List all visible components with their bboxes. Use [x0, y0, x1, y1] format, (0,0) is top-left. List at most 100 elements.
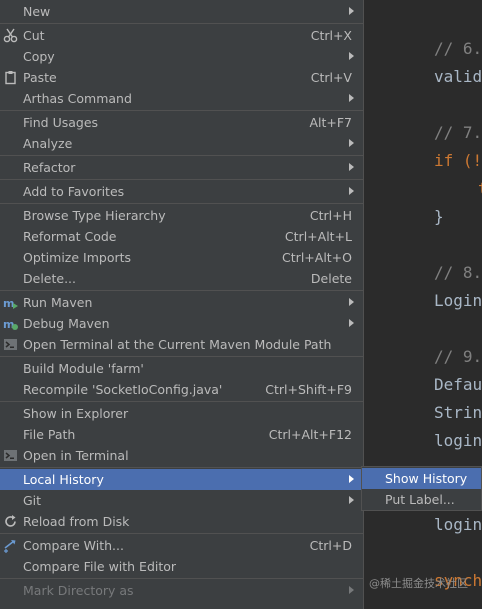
menu-separator — [0, 290, 363, 291]
menu-item-debug-maven[interactable]: m Debug Maven — [0, 313, 363, 334]
menu-item-new[interactable]: New — [0, 1, 363, 22]
menu-item-recompile[interactable]: Recompile 'SocketIoConfig.java' Ctrl+Shi… — [0, 379, 363, 400]
menu-separator — [0, 203, 363, 204]
menu-item-label: Arthas Command — [23, 91, 132, 106]
watermark: @稀土掘金技术社区 — [369, 577, 468, 590]
menu-item-file-path[interactable]: File Path Ctrl+Alt+F12 — [0, 424, 363, 445]
menu-item-local-history[interactable]: Local History — [0, 469, 363, 490]
menu-item-label: Debug Maven — [23, 316, 110, 331]
menu-item-label: File Path — [23, 427, 76, 442]
menu-item-browse-type-hierarchy[interactable]: Browse Type Hierarchy Ctrl+H — [0, 205, 363, 226]
shortcut-label: Ctrl+D — [309, 538, 352, 553]
submenu-arrow-icon — [349, 298, 354, 306]
menu-item-reload-from-disk[interactable]: Reload from Disk — [0, 511, 363, 532]
shortcut-label: Alt+F7 — [309, 115, 352, 130]
menu-item-reformat-code[interactable]: Reformat Code Ctrl+Alt+L — [0, 226, 363, 247]
svg-text:m: m — [3, 318, 14, 331]
menu-item-label: Reformat Code — [23, 229, 117, 244]
menu-item-cut[interactable]: Cut Ctrl+X — [0, 25, 363, 46]
menu-item-label: Analyze — [23, 136, 73, 151]
submenu-arrow-icon — [349, 7, 354, 15]
menu-separator — [0, 110, 363, 111]
menu-item-delete[interactable]: Delete... Delete — [0, 268, 363, 289]
menu-item-label: Add to Favorites — [23, 184, 125, 199]
menu-item-analyze[interactable]: Analyze — [0, 133, 363, 154]
menu-item-label: Build Module 'farm' — [23, 361, 144, 376]
submenu-arrow-icon — [349, 319, 354, 327]
code-line: // 9. — [434, 347, 482, 366]
menu-item-optimize-imports[interactable]: Optimize Imports Ctrl+Alt+O — [0, 247, 363, 268]
code-line: Defau — [434, 375, 482, 394]
menu-item-show-in-explorer[interactable]: Show in Explorer — [0, 403, 363, 424]
code-line: } — [434, 207, 444, 226]
reload-icon — [3, 514, 18, 529]
menu-item-label: Run Maven — [23, 295, 93, 310]
menu-item-compare-file-with-editor[interactable]: Compare File with Editor — [0, 556, 363, 577]
menu-item-label: Refactor — [23, 160, 76, 175]
maven-debug-icon: m — [3, 316, 18, 331]
shortcut-label: Ctrl+Alt+O — [282, 250, 352, 265]
menu-item-find-usages[interactable]: Find Usages Alt+F7 — [0, 112, 363, 133]
shortcut-label: Ctrl+X — [310, 28, 352, 43]
svg-text:m: m — [3, 297, 14, 310]
menu-item-mark-directory-as: Mark Directory as — [0, 580, 363, 601]
menu-separator — [0, 578, 363, 579]
menu-item-label: Git — [23, 493, 42, 508]
shortcut-label: Ctrl+Shift+F9 — [265, 382, 352, 397]
code-editor[interactable]: // 6. valid // 7. if (! t } // 8. Login … — [369, 0, 482, 609]
menu-item-git[interactable]: Git — [0, 490, 363, 511]
menu-item-label: Mark Directory as — [23, 583, 134, 598]
local-history-submenu: Show History Put Label... — [361, 466, 482, 511]
menu-item-label: New — [23, 4, 51, 19]
menu-item-label: Put Label... — [385, 492, 455, 507]
menu-separator — [0, 467, 363, 468]
menu-item-label: Cut — [23, 28, 45, 43]
menu-item-refactor[interactable]: Refactor — [0, 157, 363, 178]
shortcut-label: Delete — [310, 271, 352, 286]
shortcut-label: Ctrl+Alt+F12 — [268, 427, 352, 442]
code-line: // 6. — [434, 39, 482, 58]
menu-item-run-maven[interactable]: m Run Maven — [0, 292, 363, 313]
menu-item-label: Open Terminal at the Current Maven Modul… — [23, 337, 332, 352]
code-line: Login — [434, 291, 482, 310]
menu-item-paste[interactable]: Paste Ctrl+V — [0, 67, 363, 88]
menu-item-label: Find Usages — [23, 115, 99, 130]
menu-item-label: Delete... — [23, 271, 76, 286]
menu-item-label: Optimize Imports — [23, 250, 132, 265]
menu-separator — [0, 23, 363, 24]
menu-item-label: Compare With... — [23, 538, 124, 553]
menu-separator — [0, 401, 363, 402]
paste-icon — [3, 70, 18, 85]
code-line: // 7. — [434, 123, 482, 142]
submenu-arrow-icon — [349, 586, 354, 594]
menu-item-open-terminal-maven[interactable]: Open Terminal at the Current Maven Modul… — [0, 334, 363, 355]
menu-separator — [0, 179, 363, 180]
menu-item-label: Browse Type Hierarchy — [23, 208, 166, 223]
code-line: if (! — [434, 151, 482, 170]
code-line: t — [478, 179, 482, 199]
submenu-arrow-icon — [349, 139, 354, 147]
submenu-arrow-icon — [349, 163, 354, 171]
menu-item-label: Paste — [23, 70, 57, 85]
code-line: // 8. — [434, 263, 482, 282]
terminal-icon — [3, 337, 18, 352]
menu-item-build-module[interactable]: Build Module 'farm' — [0, 358, 363, 379]
menu-item-open-in-terminal[interactable]: Open in Terminal — [0, 445, 363, 466]
menu-item-put-label[interactable]: Put Label... — [362, 489, 481, 510]
menu-item-arthas-command[interactable]: Arthas Command — [0, 88, 363, 109]
menu-item-label: Recompile 'SocketIoConfig.java' — [23, 382, 223, 397]
shortcut-label: Ctrl+H — [309, 208, 352, 223]
shortcut-label: Ctrl+Alt+L — [284, 229, 352, 244]
menu-item-compare-with[interactable]: Compare With... Ctrl+D — [0, 535, 363, 556]
menu-item-label: Reload from Disk — [23, 514, 130, 529]
submenu-arrow-icon — [349, 475, 354, 483]
menu-item-label: Local History — [23, 472, 104, 487]
menu-item-show-history[interactable]: Show History — [362, 468, 481, 489]
cut-icon — [3, 28, 18, 43]
menu-item-add-to-favorites[interactable]: Add to Favorites — [0, 181, 363, 202]
submenu-arrow-icon — [349, 52, 354, 60]
menu-item-copy[interactable]: Copy — [0, 46, 363, 67]
code-line: valid — [434, 67, 482, 86]
menu-separator — [0, 155, 363, 156]
shortcut-label: Ctrl+V — [310, 70, 352, 85]
